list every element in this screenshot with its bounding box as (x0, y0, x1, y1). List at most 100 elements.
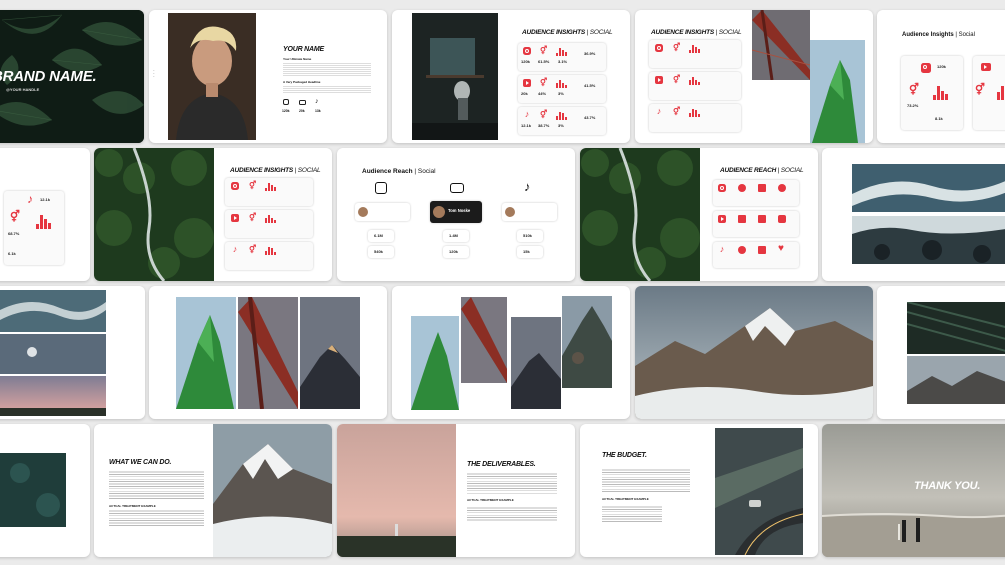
insights-tile-youtube: ⚥ (225, 210, 313, 238)
age-bar-chart (265, 247, 276, 255)
audience-insights-slide-3[interactable]: AUDIENCE INSIGHTS | SOCIAL ⚥ ⚥ ♪ ⚥ (94, 148, 332, 281)
road-car-photo (715, 428, 803, 555)
rocky-shore-photo (852, 216, 1005, 264)
insights-tile-tiktok: ♪ ⚥ (225, 242, 313, 270)
reach-metric: 510k (517, 230, 543, 242)
age-bar-chart (556, 112, 567, 120)
tiktok-icon: ♪ (719, 244, 725, 254)
insights-tile-tiktok: ♪ ⚥ (649, 104, 741, 132)
audience-insights-slide-1[interactable]: AUDIENCE INSIGHTS | SOCIAL ⚥ 120k 61.5% … (392, 10, 630, 143)
gender-icon: ⚥ (540, 78, 548, 87)
what-we-can-do-slide[interactable]: WHAT WE CAN DO. ACTUAL TREATMENT EXAMPLE (94, 424, 332, 557)
chart-icon (758, 246, 766, 254)
reach-value: 540k (374, 249, 383, 254)
tiktok-stat-2: 6.1k (8, 251, 16, 256)
ocean-shore-slide[interactable] (822, 148, 1005, 281)
cover-slide[interactable]: BRAND NAME. @YOUR HANDLE (0, 10, 144, 143)
tiktok-stat-slide[interactable]: ♪ 12.1k ⚥ 68.7% 6.1k (0, 148, 90, 281)
profile-section-heading: A Very Packaged Headline (283, 80, 321, 84)
chart-icon (758, 184, 766, 192)
texture-slide[interactable] (877, 286, 1005, 419)
age-bar-chart (689, 77, 700, 85)
youtube-icon (231, 214, 239, 222)
insights-small-title-light: | Social (955, 32, 975, 38)
brand-handle-text: @YOUR HANDLE (6, 87, 40, 92)
insights-small-title-bold: Audience Insights (902, 32, 954, 38)
three-photo-slide[interactable] (149, 286, 387, 419)
four-photo-slide[interactable] (392, 286, 630, 419)
audience-reach-slide[interactable]: Audience Reach | Social ♪ Tom Noske 6.1M… (337, 148, 575, 281)
insights-title-light: | SOCIAL (586, 29, 613, 36)
audience-insights-slide-2[interactable]: AUDIENCE INSIGHTS | SOCIAL ⚥ ⚥ ♪ ⚥ (635, 10, 873, 143)
thank-you-title: THANK YOU. (914, 480, 981, 492)
profile-stat-2: 20k (299, 109, 305, 113)
insights-title: AUDIENCE INSIGHTS | SOCIAL (522, 29, 613, 36)
profile-slide[interactable]: YOUR NAME Your Ultimate Name A Very Pack… (149, 10, 387, 143)
reach-tile-youtube (713, 211, 799, 237)
reach-value: 510k (523, 233, 532, 238)
tiktok-icon: ♪ (656, 106, 662, 116)
ocean-texture-photo (0, 290, 106, 332)
gender-icon: ⚥ (673, 107, 681, 116)
audience-value: 41.5% (584, 83, 596, 88)
heart-icon: ♥ (778, 243, 784, 254)
snowy-mountain-photo (635, 286, 873, 419)
profile-side-label: • • • (152, 70, 156, 78)
profile-subtitle: Your Ultimate Name (283, 57, 312, 61)
deliverables-list (467, 506, 557, 522)
budget-slide[interactable]: THE BUDGET. ACTUAL TREATMENT EXAMPLE (580, 424, 818, 557)
reach-metric: 1.4M (443, 230, 469, 242)
age-bar-chart (689, 45, 700, 53)
gender-icon: ⚥ (540, 46, 548, 55)
sea-slide[interactable] (0, 424, 90, 557)
mountain-range-photo (907, 356, 1005, 404)
forest-river-photo (94, 148, 214, 281)
followers-value: 120k (937, 64, 946, 69)
gender-icon: ⚥ (975, 84, 985, 96)
snowy-mountain-slide[interactable] (635, 286, 873, 419)
gender-icon: ⚥ (673, 43, 681, 52)
tiktok-followers: 12.1k (40, 197, 51, 202)
person-name: Tom Noske (448, 208, 471, 213)
instagram-icon (921, 63, 931, 73)
eye-icon (738, 246, 746, 254)
green-peak-photo (176, 297, 236, 409)
instagram-icon (375, 182, 387, 194)
insights-title-light: | SOCIAL (715, 29, 742, 36)
reach-metric: 6.1M (368, 230, 394, 242)
we-can-do-subtitle: ACTUAL TREATMENT EXAMPLE (109, 504, 156, 508)
deliverables-slide[interactable]: THE DELIVERABLES. ACTUAL TREATMENT EXAMP… (337, 424, 575, 557)
age-bar-chart (556, 48, 567, 56)
chart-icon (758, 215, 766, 223)
insights-title: AUDIENCE INSIGHTS | SOCIAL (651, 29, 742, 36)
avatar (358, 207, 368, 217)
insights-title-bold: AUDIENCE INSIGHTS (230, 167, 294, 174)
audience-reach-social-slide[interactable]: AUDIENCE REACH | SOCIAL ♪ ♥ (580, 148, 818, 281)
gender-icon: ⚥ (249, 181, 257, 190)
followers-value: 120k (521, 59, 530, 64)
profile-stat-1: 120k (282, 109, 290, 113)
budget-list (602, 505, 662, 523)
instagram-icon (523, 47, 531, 55)
insights-tile-instagram: ⚥ (649, 40, 741, 68)
gender-icon: ⚥ (10, 211, 20, 223)
insights-title-bold: AUDIENCE INSIGHTS (522, 29, 586, 36)
slide-template-collage: BRAND NAME. @YOUR HANDLE YOUR NAME Your … (0, 0, 1005, 565)
brand-name-text: BRAND NAME. (0, 68, 97, 85)
reach-value: 120k (449, 249, 458, 254)
mountain-dusk-photo (511, 317, 561, 409)
instagram-icon (283, 99, 289, 105)
we-can-do-example (109, 509, 204, 527)
insights-small-title: Audience Insights | Social (902, 32, 975, 38)
eye-icon (738, 184, 746, 192)
video-icon (738, 215, 746, 223)
thank-you-slide[interactable]: THANK YOU. (822, 424, 1005, 557)
profile-name-title: YOUR NAME (283, 46, 324, 53)
audience-insights-small-slide[interactable]: Audience Insights | Social 120k ⚥ 73.2% … (877, 10, 1005, 143)
gender-icon: ⚥ (249, 245, 257, 254)
moon-sky-slide[interactable] (0, 286, 145, 419)
gender-icon: ⚥ (673, 75, 681, 84)
budget-title: THE BUDGET. (602, 452, 647, 459)
reach-social-title-light: | SOCIAL (777, 167, 804, 174)
age-bar-chart (265, 183, 276, 191)
